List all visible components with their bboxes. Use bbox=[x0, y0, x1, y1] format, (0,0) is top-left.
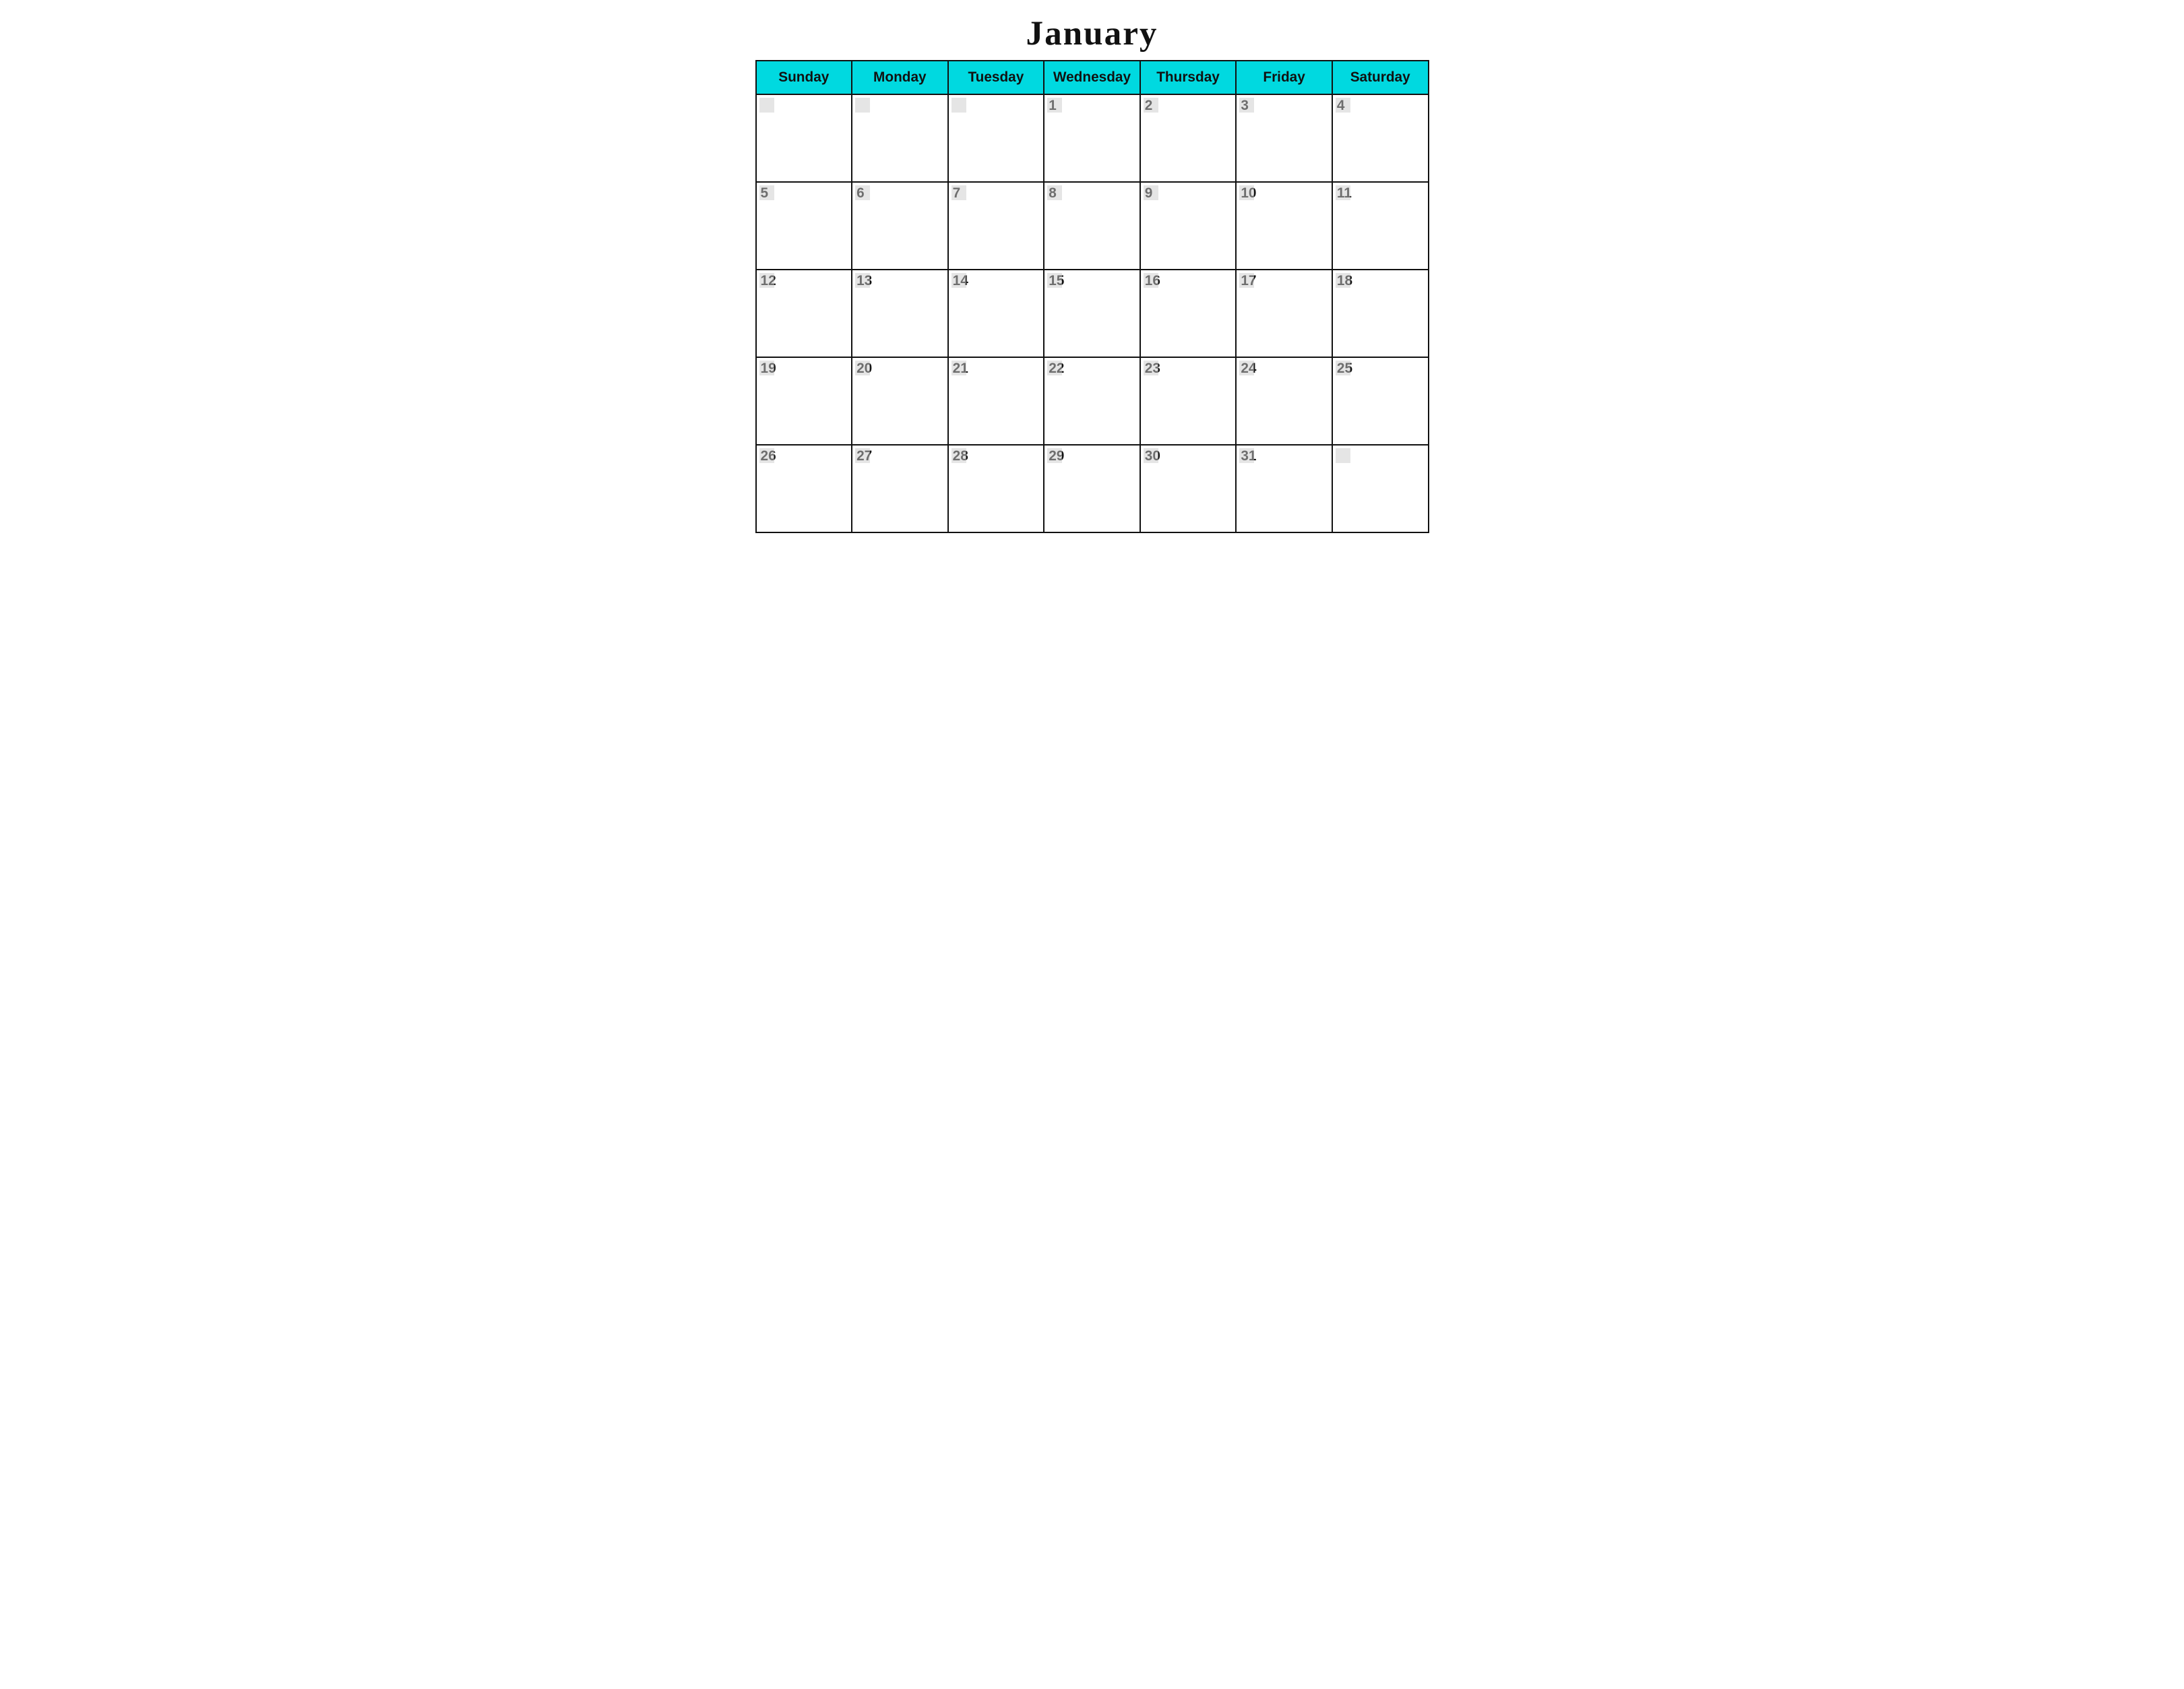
day-corner-decoration bbox=[1144, 185, 1158, 200]
calendar-cell[interactable] bbox=[1332, 445, 1429, 532]
calendar-cell[interactable]: 22 bbox=[1044, 357, 1140, 445]
day-corner-decoration bbox=[855, 361, 870, 375]
day-corner-decoration bbox=[1144, 448, 1158, 463]
day-corner-decoration bbox=[951, 98, 966, 113]
day-corner-decoration bbox=[1047, 185, 1062, 200]
day-corner-decoration bbox=[855, 448, 870, 463]
calendar-cell[interactable]: 7 bbox=[948, 182, 1044, 270]
week-row-4: 19202122232425 bbox=[756, 357, 1429, 445]
day-corner-decoration bbox=[855, 185, 870, 200]
day-corner-decoration bbox=[1239, 273, 1254, 288]
day-corner-decoration bbox=[1336, 98, 1350, 113]
calendar-cell[interactable]: 31 bbox=[1236, 445, 1332, 532]
calendar-cell[interactable] bbox=[756, 94, 852, 182]
day-corner-decoration bbox=[759, 185, 774, 200]
day-corner-decoration bbox=[1336, 448, 1350, 463]
header-day-wednesday: Wednesday bbox=[1044, 61, 1140, 94]
calendar-cell[interactable] bbox=[852, 94, 948, 182]
calendar-cell[interactable]: 18 bbox=[1332, 270, 1429, 357]
day-corner-decoration bbox=[1336, 273, 1350, 288]
day-corner-decoration bbox=[1239, 185, 1254, 200]
header-day-friday: Friday bbox=[1236, 61, 1332, 94]
calendar-cell[interactable]: 2 bbox=[1140, 94, 1237, 182]
day-corner-decoration bbox=[1144, 98, 1158, 113]
calendar-cell[interactable]: 26 bbox=[756, 445, 852, 532]
calendar-cell[interactable]: 1 bbox=[1044, 94, 1140, 182]
day-corner-decoration bbox=[1047, 448, 1062, 463]
calendar-cell[interactable]: 27 bbox=[852, 445, 948, 532]
calendar-wrapper: January SundayMondayTuesdayWednesdayThur… bbox=[755, 13, 1429, 533]
day-corner-decoration bbox=[1047, 361, 1062, 375]
day-corner-decoration bbox=[951, 273, 966, 288]
day-corner-decoration bbox=[1239, 448, 1254, 463]
calendar-cell[interactable]: 9 bbox=[1140, 182, 1237, 270]
calendar-title: January bbox=[755, 13, 1429, 53]
calendar-cell[interactable]: 29 bbox=[1044, 445, 1140, 532]
day-corner-decoration bbox=[855, 273, 870, 288]
calendar-cell[interactable]: 30 bbox=[1140, 445, 1237, 532]
week-row-3: 12131415161718 bbox=[756, 270, 1429, 357]
header-day-thursday: Thursday bbox=[1140, 61, 1237, 94]
day-corner-decoration bbox=[759, 448, 774, 463]
calendar-cell[interactable]: 3 bbox=[1236, 94, 1332, 182]
calendar-cell[interactable] bbox=[948, 94, 1044, 182]
day-corner-decoration bbox=[759, 361, 774, 375]
calendar-cell[interactable]: 16 bbox=[1140, 270, 1237, 357]
day-corner-decoration bbox=[1336, 185, 1350, 200]
calendar-cell[interactable]: 14 bbox=[948, 270, 1044, 357]
header-day-tuesday: Tuesday bbox=[948, 61, 1044, 94]
week-row-1: 1234 bbox=[756, 94, 1429, 182]
calendar-cell[interactable]: 23 bbox=[1140, 357, 1237, 445]
day-corner-decoration bbox=[1144, 273, 1158, 288]
day-corner-decoration bbox=[1047, 273, 1062, 288]
calendar-cell[interactable]: 19 bbox=[756, 357, 852, 445]
header-day-saturday: Saturday bbox=[1332, 61, 1429, 94]
day-corner-decoration bbox=[1144, 361, 1158, 375]
calendar-cell[interactable]: 24 bbox=[1236, 357, 1332, 445]
calendar-cell[interactable]: 12 bbox=[756, 270, 852, 357]
day-corner-decoration bbox=[951, 361, 966, 375]
calendar-cell[interactable]: 8 bbox=[1044, 182, 1140, 270]
calendar-cell[interactable]: 17 bbox=[1236, 270, 1332, 357]
day-corner-decoration bbox=[759, 98, 774, 113]
calendar-table: SundayMondayTuesdayWednesdayThursdayFrid… bbox=[755, 60, 1429, 533]
header-row: SundayMondayTuesdayWednesdayThursdayFrid… bbox=[756, 61, 1429, 94]
calendar-cell[interactable]: 10 bbox=[1236, 182, 1332, 270]
week-row-5: 262728293031 bbox=[756, 445, 1429, 532]
header-day-monday: Monday bbox=[852, 61, 948, 94]
day-corner-decoration bbox=[951, 185, 966, 200]
calendar-cell[interactable]: 4 bbox=[1332, 94, 1429, 182]
calendar-cell[interactable]: 21 bbox=[948, 357, 1044, 445]
calendar-cell[interactable]: 5 bbox=[756, 182, 852, 270]
day-corner-decoration bbox=[1047, 98, 1062, 113]
calendar-cell[interactable]: 13 bbox=[852, 270, 948, 357]
day-corner-decoration bbox=[759, 273, 774, 288]
header-day-sunday: Sunday bbox=[756, 61, 852, 94]
calendar-cell[interactable]: 28 bbox=[948, 445, 1044, 532]
day-corner-decoration bbox=[1239, 98, 1254, 113]
day-corner-decoration bbox=[1239, 361, 1254, 375]
day-corner-decoration bbox=[951, 448, 966, 463]
day-corner-decoration bbox=[1336, 361, 1350, 375]
day-corner-decoration bbox=[855, 98, 870, 113]
calendar-cell[interactable]: 11 bbox=[1332, 182, 1429, 270]
calendar-cell[interactable]: 15 bbox=[1044, 270, 1140, 357]
week-row-2: 567891011 bbox=[756, 182, 1429, 270]
calendar-cell[interactable]: 6 bbox=[852, 182, 948, 270]
calendar-cell[interactable]: 20 bbox=[852, 357, 948, 445]
calendar-cell[interactable]: 25 bbox=[1332, 357, 1429, 445]
